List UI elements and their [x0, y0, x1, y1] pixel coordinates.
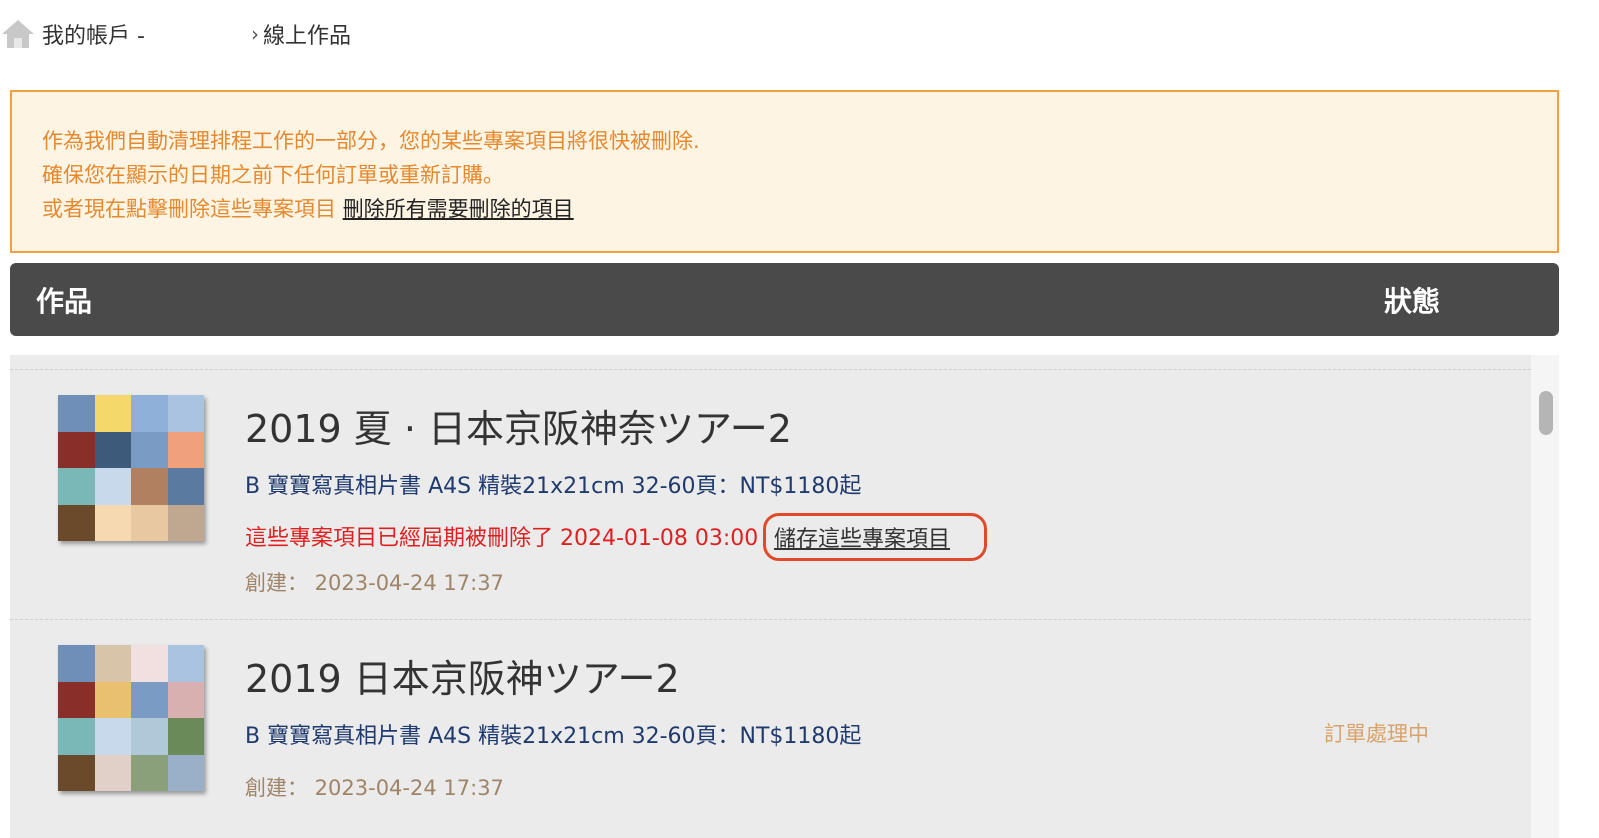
project-created: 創建： 2023-04-24 17:37: [245, 776, 504, 800]
save-projects-link[interactable]: 儲存這些專案項目: [774, 521, 950, 553]
notice-line-2: 確保您在顯示的日期之前下任何訂單或重新訂購。: [42, 163, 504, 187]
project-thumbnail[interactable]: [58, 395, 204, 541]
scrollbar-thumb[interactable]: [1539, 391, 1553, 435]
deletion-notice: 作為我們自動清理排程工作的一部分，您的某些專案項目將很快被刪除. 確保您在顯示的…: [10, 90, 1559, 253]
home-icon[interactable]: [0, 16, 36, 52]
project-row: 2019 夏 · 日本京阪神奈ツアー2 B 寶寶寫真相片書 A4S 精裝21x2…: [10, 369, 1531, 619]
project-title[interactable]: 2019 日本京阪神ツアー2: [245, 648, 680, 703]
table-header: 作品 狀態: [10, 263, 1559, 336]
breadcrumb: 我的帳戶 - › 線上作品: [0, 10, 351, 58]
breadcrumb-my-account[interactable]: 我的帳戶 -: [42, 18, 145, 50]
order-status: 訂單處理中: [1324, 722, 1429, 746]
notice-line-1: 作為我們自動清理排程工作的一部分，您的某些專案項目將很快被刪除.: [42, 129, 700, 153]
project-product: B 寶寶寫真相片書 A4S 精裝21x21cm 32-60頁：NT$1180起: [245, 724, 862, 749]
project-product: B 寶寶寫真相片書 A4S 精裝21x21cm 32-60頁：NT$1180起: [245, 474, 862, 499]
chevron-right-icon: ›: [250, 22, 259, 46]
notice-line-3-text: 或者現在點擊刪除這些專案項目: [42, 197, 343, 221]
project-title[interactable]: 2019 夏 · 日本京阪神奈ツアー2: [245, 398, 792, 453]
column-works: 作品: [36, 284, 93, 318]
column-status: 狀態: [1384, 284, 1441, 318]
project-thumbnail[interactable]: [58, 645, 204, 791]
notice-line-3: 或者現在點擊刪除這些專案項目 刪除所有需要刪除的項目: [42, 192, 1527, 226]
project-list[interactable]: 2019 夏 · 日本京阪神奈ツアー2 B 寶寶寫真相片書 A4S 精裝21x2…: [10, 355, 1559, 838]
project-row: 2019 日本京阪神ツアー2 B 寶寶寫真相片書 A4S 精裝21x21cm 3…: [10, 619, 1531, 838]
scrollbar[interactable]: [1531, 355, 1559, 838]
breadcrumb-current: 線上作品: [262, 24, 351, 49]
project-created: 創建： 2023-04-24 17:37: [245, 571, 504, 595]
save-projects-highlight: 儲存這些專案項目: [763, 513, 987, 561]
expire-warning: 這些專案項目已經屆期被刪除了 2024-01-08 03:00: [245, 526, 759, 551]
delete-all-link[interactable]: 刪除所有需要刪除的項目: [343, 197, 574, 221]
